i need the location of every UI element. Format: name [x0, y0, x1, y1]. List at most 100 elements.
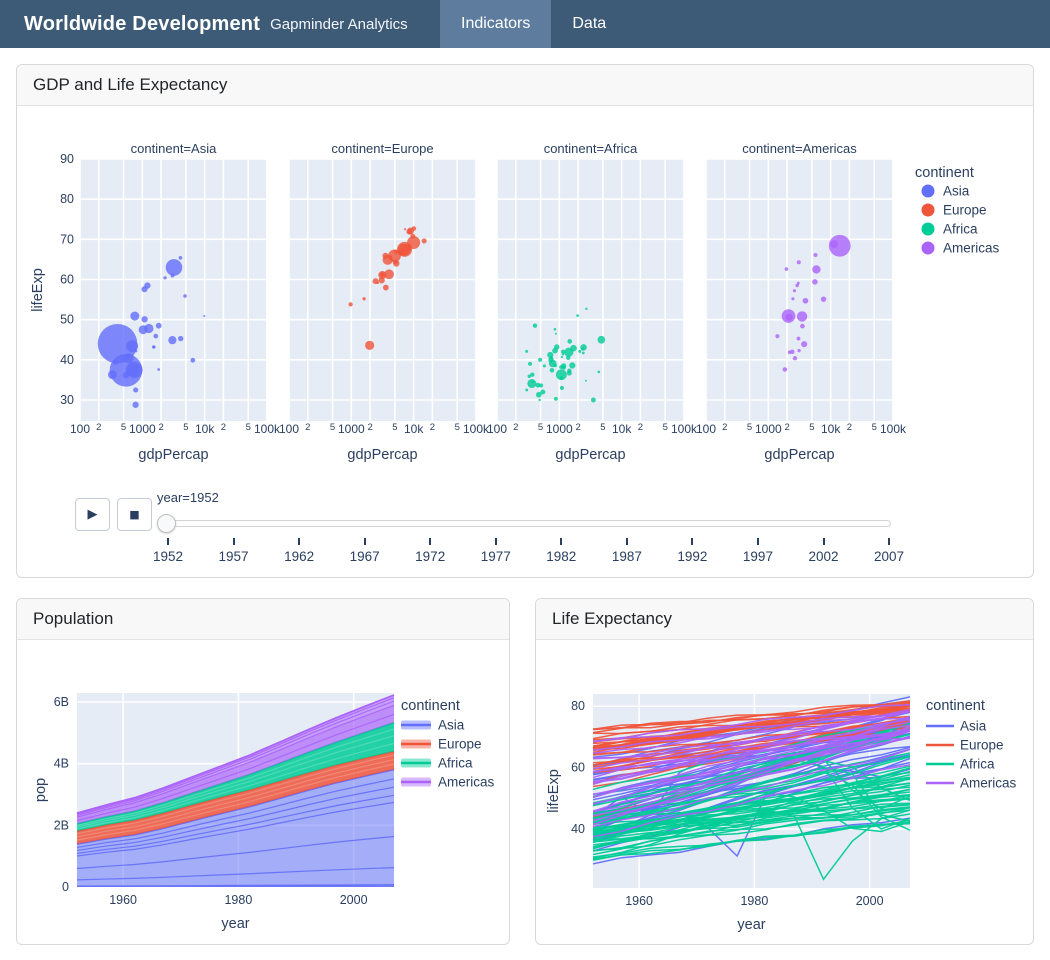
slider-tick-label: 1967 — [350, 549, 380, 564]
legend-entry-africa[interactable]: Africa — [922, 222, 979, 237]
slider-tick-mark — [233, 538, 235, 545]
slider-tick-label: 1957 — [219, 549, 249, 564]
legend-entry-africa[interactable]: Africa — [926, 757, 995, 772]
slider-tick-label: 1982 — [546, 549, 576, 564]
x-tick-label: 5 — [809, 422, 814, 433]
gdp-life-card-title: GDP and Life Expectancy — [17, 65, 1033, 106]
slider-tick-mark — [364, 538, 366, 545]
animation-controls: ▶ ■ year=1952 19521957196219671972197719… — [17, 486, 1033, 578]
x-tick-label: 5 — [455, 422, 460, 433]
year-slider-label: year=1952 — [157, 490, 219, 505]
x-axis-title: gdpPercap — [347, 447, 417, 463]
legend-entry-americas[interactable]: Americas — [922, 241, 1000, 256]
x-tick-label: 2 — [367, 422, 372, 433]
x-tick-label: 2 — [305, 422, 310, 433]
play-button[interactable]: ▶ — [75, 498, 110, 531]
y-tick-label: 2B — [54, 818, 69, 832]
app-subtitle: Gapminder Analytics — [270, 16, 408, 33]
y-tick-label: 90 — [60, 152, 74, 166]
slider-tick-label: 1952 — [153, 549, 183, 564]
x-tick-label: 1960 — [625, 894, 653, 908]
y-tick-label: 0 — [62, 880, 69, 894]
svg-text:Africa: Africa — [960, 757, 995, 772]
gdp-life-card: GDP and Life Expectancy continent=Asia 10… — [16, 64, 1034, 578]
legend-entry-africa[interactable]: Africa — [401, 756, 473, 771]
y-tick-label: 6B — [54, 695, 69, 709]
x-tick-label: 5 — [600, 422, 605, 433]
legend-entry-europe[interactable]: Europe — [401, 737, 482, 752]
facet-panel — [497, 159, 684, 421]
x-tick-label: 5 — [663, 422, 668, 433]
y-tick-label: 4B — [54, 757, 69, 771]
slider-tick-mark — [167, 538, 169, 545]
legend-entry-europe[interactable]: Europe — [926, 738, 1004, 753]
x-tick-label: 5 — [330, 422, 335, 433]
x-tick-label: 5 — [183, 422, 188, 433]
x-tick-label: 1000 — [338, 422, 365, 436]
app-title: Worldwide Development — [24, 13, 260, 36]
slider-tick-mark — [429, 538, 431, 545]
legend-entry-americas[interactable]: Americas — [401, 775, 495, 790]
y-tick-label: 40 — [60, 353, 74, 367]
tab-indicators[interactable]: Indicators — [440, 0, 551, 48]
x-tick-label: 2000 — [856, 894, 884, 908]
slider-tick-mark — [888, 538, 890, 545]
legend-entry-asia[interactable]: Asia — [922, 184, 970, 199]
navbar: Worldwide Development Gapminder Analytic… — [0, 0, 1050, 48]
slider-tick-mark — [823, 538, 825, 545]
legend-entry-americas[interactable]: Americas — [926, 776, 1017, 791]
x-tick-label: 1000 — [129, 422, 156, 436]
x-tick-label: 1980 — [224, 893, 252, 907]
x-tick-label: 100 — [70, 422, 90, 436]
x-tick-label: 5 — [246, 422, 251, 433]
year-slider-handle[interactable] — [157, 514, 176, 533]
legend-entry-europe[interactable]: Europe — [922, 203, 987, 218]
x-tick-label: 10k — [404, 422, 424, 436]
stop-icon: ■ — [129, 508, 139, 521]
svg-text:Africa: Africa — [943, 222, 978, 237]
x-tick-label: 100 — [487, 422, 507, 436]
facet-title: continent=Europe — [331, 141, 433, 156]
x-tick-label: 100k — [254, 422, 281, 436]
life-expectancy-figure: 406080196019802000lifeExpyearcontinentAs… — [536, 640, 1033, 945]
x-tick-label: 100k — [880, 422, 907, 436]
x-tick-label: 2 — [513, 422, 518, 433]
slider-tick-mark — [495, 538, 497, 545]
x-tick-label: 5 — [747, 422, 752, 433]
y-axis-title: lifeExp — [30, 268, 46, 312]
svg-text:Americas: Americas — [438, 775, 495, 790]
x-tick-label: 5 — [121, 422, 126, 433]
life-expectancy-card-title: Life Expectancy — [536, 599, 1033, 640]
population-figure: 02B4B6B196019802000popyearcontinentAsiaE… — [17, 640, 509, 945]
y-tick-label: 60 — [60, 273, 74, 287]
x-tick-label: 1980 — [740, 894, 768, 908]
x-tick-label: 2 — [430, 422, 435, 433]
svg-text:Asia: Asia — [960, 719, 987, 734]
x-tick-label: 100 — [696, 422, 716, 436]
y-tick-label: 70 — [60, 232, 74, 246]
x-tick-label: 2 — [847, 422, 852, 433]
year-slider-track[interactable] — [165, 520, 891, 527]
x-tick-label: 2 — [722, 422, 727, 433]
stop-button[interactable]: ■ — [117, 498, 152, 531]
x-tick-label: 5 — [872, 422, 877, 433]
population-card-title: Population — [17, 599, 509, 640]
y-tick-label: 50 — [60, 313, 74, 327]
slider-tick-label: 1977 — [481, 549, 511, 564]
slider-tick-label: 1997 — [743, 549, 773, 564]
x-axis-title: gdpPercap — [764, 447, 834, 463]
facet-title: continent=Asia — [131, 141, 217, 156]
facet-title: continent=Americas — [742, 141, 857, 156]
legend-entry-asia[interactable]: Asia — [926, 719, 987, 734]
x-tick-label: 100k — [463, 422, 490, 436]
page: GDP and Life Expectancy continent=Asia 10… — [0, 48, 1050, 960]
x-tick-label: 5 — [392, 422, 397, 433]
nav-tabs: Indicators Data — [440, 0, 627, 48]
x-tick-label: 2 — [221, 422, 226, 433]
svg-text:Europe: Europe — [943, 203, 987, 218]
x-tick-label: 1000 — [546, 422, 573, 436]
x-tick-label: 2 — [575, 422, 580, 433]
legend-entry-asia[interactable]: Asia — [401, 718, 465, 733]
y-axis-title: pop — [33, 778, 49, 802]
tab-data[interactable]: Data — [551, 0, 627, 48]
